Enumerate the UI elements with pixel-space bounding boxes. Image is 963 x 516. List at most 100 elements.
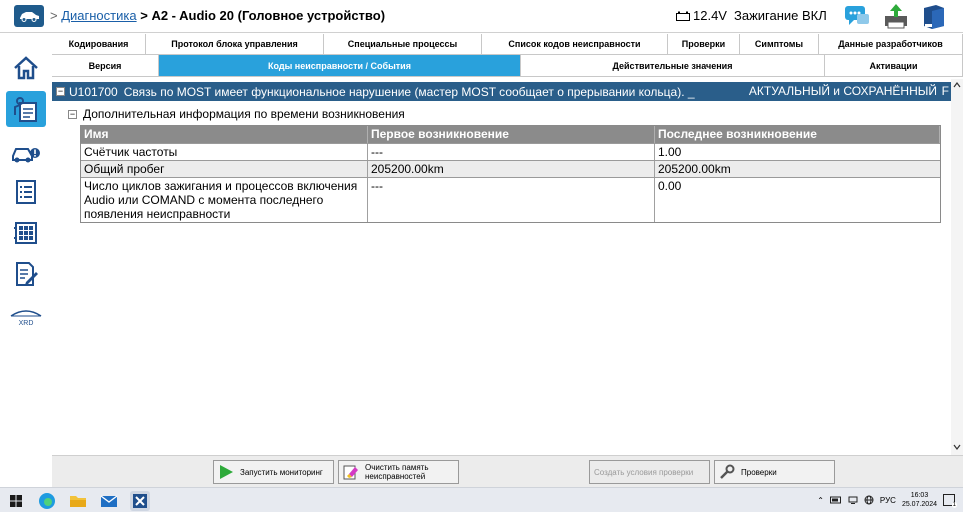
collapse-subsection-icon[interactable]: −: [68, 109, 77, 119]
start-monitoring-label: Запустить мониторинг: [240, 467, 323, 477]
windows-logo-icon: [10, 495, 22, 507]
tab-row-2: Версия Коды неисправности / События Дейс…: [52, 55, 963, 77]
tab-developer-data[interactable]: Данные разработчиков: [819, 34, 963, 55]
mail-icon: [100, 495, 118, 507]
grid-modules-icon: [14, 222, 37, 244]
sidebar-list[interactable]: [6, 174, 46, 210]
fault-status: АКТУАЛЬНЫЙ и СОХРАНЁННЫЙ: [748, 84, 937, 98]
xentry-app-icon: [133, 494, 147, 508]
table-cell: 0.00: [658, 179, 682, 193]
fault-header[interactable]: − U101700 Связь по MOST имеет функционал…: [52, 82, 951, 101]
tray-expand-icon[interactable]: ⌃: [817, 496, 824, 505]
table-cell: Число циклов зажигания и процессов включ…: [81, 178, 368, 222]
create-test-conditions-button[interactable]: Создать условия проверки: [589, 460, 710, 484]
fault-description: Связь по MOST имеет функциональное наруш…: [123, 84, 695, 99]
sidebar-edit-document[interactable]: [6, 256, 46, 292]
tab-symptoms[interactable]: Симптомы: [740, 34, 819, 55]
bottom-toolbar: Запустить мониторинг Очистить память неи…: [52, 455, 963, 487]
home-icon: [14, 56, 38, 80]
sidebar-vehicle-faults[interactable]: [6, 134, 46, 170]
clock[interactable]: 16:03 25.07.2024: [902, 491, 937, 509]
network-icon[interactable]: [848, 495, 858, 505]
breadcrumb-current: A2 - Audio 20 (Головное устройство): [151, 8, 386, 23]
tab-activations[interactable]: Активации: [825, 55, 963, 77]
chat-icon: [845, 6, 869, 25]
chat-button[interactable]: [843, 2, 871, 30]
car-warning-icon: [12, 148, 40, 163]
ignition-status: Зажигание ВКЛ: [734, 8, 827, 23]
breadcrumb-link-diagnostics[interactable]: Диагностика: [61, 8, 136, 23]
left-sidebar: XRD: [0, 40, 52, 486]
start-button[interactable]: [6, 491, 26, 511]
car-icon: [20, 12, 39, 22]
app-window: > Диагностика > A2 - Audio 20 (Головное …: [0, 0, 963, 512]
notification-icon[interactable]: 1: [943, 494, 957, 508]
table-cell: 1.00: [658, 145, 682, 159]
list-icon: [16, 180, 36, 204]
breadcrumb-separator-current: >: [140, 8, 152, 23]
taskbar-mail[interactable]: [99, 491, 119, 511]
taskbar-explorer[interactable]: [68, 491, 88, 511]
table-row: Число циклов зажигания и процессов включ…: [81, 177, 940, 222]
tab-row-1: Кодирования Протокол блока управления Сп…: [52, 34, 963, 55]
clock-time: 16:03: [910, 492, 929, 499]
sidebar-xrd[interactable]: XRD: [6, 298, 46, 334]
language-indicator[interactable]: РУС: [880, 496, 896, 505]
tab-codings[interactable]: Кодирования: [52, 34, 146, 55]
table-cell: ---: [368, 178, 655, 222]
tab-actual-values[interactable]: Действительные значения: [521, 55, 825, 77]
scroll-up-icon[interactable]: [953, 81, 961, 89]
create-test-conditions-label: Создать условия проверки: [594, 467, 694, 477]
start-monitoring-button[interactable]: Запустить мониторинг: [213, 460, 334, 484]
clock-date: 25.07.2024: [901, 501, 937, 508]
notification-count: 1: [951, 502, 957, 508]
globe-icon[interactable]: [864, 495, 874, 505]
document-edit-icon: [16, 262, 38, 286]
occurrence-table: Имя Первое возникновение Последнее возни…: [80, 125, 941, 223]
taskbar-xentry[interactable]: [130, 491, 150, 511]
table-cell: 205200.00km: [368, 161, 655, 177]
table-cell: Общий пробег: [81, 161, 368, 177]
checks-label: Проверки: [741, 467, 777, 477]
xrd-icon: XRD: [10, 310, 42, 327]
collapse-fault-icon[interactable]: −: [56, 87, 65, 96]
tab-fault-code-list[interactable]: Список кодов неисправности: [482, 34, 668, 55]
diagnosis-document-icon: [14, 97, 37, 122]
wrench-icon: [720, 464, 735, 479]
edge-browser-icon: [39, 493, 55, 509]
windows-taskbar: ⌃ РУС 16:03 25.07.2024 1: [0, 487, 963, 512]
subsection-header[interactable]: − Дополнительная информация по времени в…: [68, 107, 405, 121]
table-cell: ---: [368, 144, 655, 160]
checks-button[interactable]: Проверки: [714, 460, 835, 484]
scroll-down-icon[interactable]: [953, 443, 961, 451]
sidebar-control-units[interactable]: [6, 215, 46, 251]
system-tray: ⌃ РУС 16:03 25.07.2024 1: [817, 491, 957, 509]
tab-version[interactable]: Версия: [52, 55, 159, 77]
column-header-last: Последнее возникновение: [655, 126, 940, 143]
sidebar-diagnostics[interactable]: [6, 91, 46, 127]
clear-fault-memory-label: Очистить память неисправностей: [365, 463, 429, 481]
vertical-scrollbar[interactable]: [951, 79, 963, 455]
battery-voltage: 12.4V: [676, 8, 727, 23]
taskbar-edge[interactable]: [37, 491, 57, 511]
eraser-icon: [343, 465, 358, 480]
voltage-value: 12.4V: [693, 8, 727, 23]
sidebar-home[interactable]: [6, 50, 46, 86]
breadcrumb-separator: >: [50, 8, 62, 23]
printer-icon: [885, 4, 907, 29]
column-header-name: Имя: [81, 126, 368, 143]
tab-checks[interactable]: Проверки: [668, 34, 740, 55]
print-button[interactable]: [882, 2, 910, 30]
clear-fault-memory-button[interactable]: Очистить память неисправностей: [338, 460, 459, 484]
fault-status-extra: F: [941, 84, 949, 98]
column-header-first: Первое возникновение: [368, 126, 655, 143]
tab-special-procedures[interactable]: Специальные процессы: [324, 34, 482, 55]
table-row: Общий пробег 205200.00km 205200.00km: [81, 160, 940, 177]
vehicle-home-button[interactable]: [14, 5, 44, 27]
manual-button[interactable]: [920, 2, 948, 30]
table-row: Счётчик частоты --- 1.00: [81, 143, 940, 160]
tab-control-unit-log[interactable]: Протокол блока управления: [146, 34, 324, 55]
battery-tray-icon[interactable]: [829, 496, 842, 504]
xrd-label: XRD: [19, 320, 34, 327]
tab-fault-codes-events[interactable]: Коды неисправности / События: [159, 55, 521, 77]
